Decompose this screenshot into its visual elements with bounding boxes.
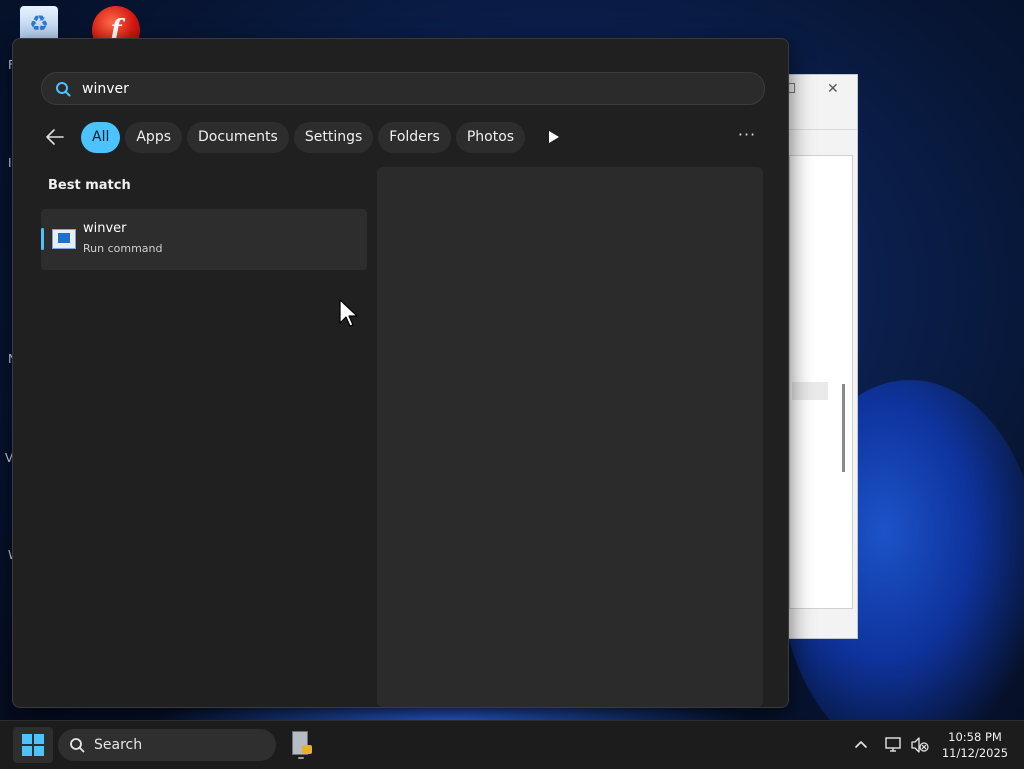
server-app-icon[interactable] — [290, 731, 312, 759]
desktop-label-fragment: I — [8, 156, 12, 170]
preview-pane — [377, 167, 763, 707]
search-icon — [68, 736, 86, 754]
clock-time: 10:58 PM — [948, 730, 1002, 744]
winver-app-icon — [52, 229, 76, 249]
background-window[interactable]: ✕ — [785, 74, 858, 639]
chevron-up-icon[interactable] — [852, 736, 870, 754]
best-match-heading: Best match — [48, 178, 131, 193]
windows-start-icon[interactable] — [13, 727, 53, 763]
filter-folders[interactable]: Folders — [378, 121, 451, 153]
selected-row — [792, 382, 828, 400]
search-panel: All Apps Documents Settings Folders Phot… — [12, 38, 789, 708]
network-icon[interactable] — [884, 735, 904, 755]
filter-photos[interactable]: Photos — [455, 121, 526, 153]
system-clock[interactable]: 10:58 PM 11/12/2025 — [935, 729, 1015, 761]
search-input[interactable] — [80, 79, 724, 98]
back-arrow-icon[interactable] — [41, 122, 69, 152]
taskbar: Search 10:58 PM 11/12/2025 — [0, 720, 1024, 769]
search-icon — [54, 80, 72, 98]
filter-bar: All Apps Documents Settings Folders Phot… — [41, 121, 566, 153]
search-box[interactable] — [41, 72, 765, 105]
selection-indicator — [41, 228, 44, 250]
play-icon[interactable] — [542, 122, 566, 152]
taskbar-search[interactable]: Search — [58, 729, 276, 761]
more-options-button[interactable]: ··· — [733, 125, 761, 147]
result-type: Run command — [83, 242, 163, 255]
results-column: Best match winver Run command — [41, 167, 371, 270]
window-divider — [787, 129, 857, 130]
scrollbar-thumb[interactable] — [842, 384, 845, 472]
best-match-result[interactable]: winver Run command — [41, 209, 367, 270]
window-content-pane — [789, 155, 853, 609]
filter-all[interactable]: All — [81, 121, 121, 153]
mouse-cursor-icon — [339, 299, 359, 333]
taskbar-search-label: Search — [94, 737, 143, 753]
filter-settings[interactable]: Settings — [293, 121, 374, 153]
result-name: winver — [83, 221, 127, 236]
recycle-bin-icon[interactable]: ♻ — [20, 6, 58, 42]
lock-icon — [302, 745, 312, 754]
filter-documents[interactable]: Documents — [187, 121, 289, 153]
filter-apps[interactable]: Apps — [125, 121, 183, 153]
volume-muted-icon[interactable] — [910, 735, 930, 755]
close-icon[interactable]: ✕ — [827, 81, 839, 97]
clock-date: 11/12/2025 — [941, 746, 1009, 760]
running-indicator — [298, 757, 304, 759]
